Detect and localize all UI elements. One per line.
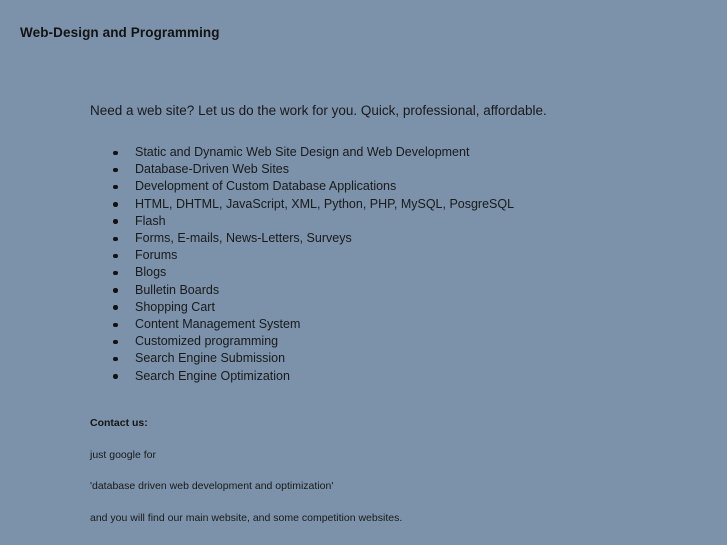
intro-tagline: Need a web site? Let us do the work for … bbox=[90, 102, 547, 118]
list-item: Search Engine Optimization bbox=[113, 368, 514, 385]
list-item: Database-Driven Web Sites bbox=[113, 161, 514, 178]
list-item: Static and Dynamic Web Site Design and W… bbox=[113, 144, 514, 161]
contact-line-result: and you will find our main website, and … bbox=[90, 511, 403, 524]
contact-heading: Contact us: bbox=[90, 417, 148, 429]
main-content: Need a web site? Let us do the work for … bbox=[90, 88, 707, 524]
list-item: Content Management System bbox=[113, 316, 514, 333]
list-item: Shopping Cart bbox=[113, 299, 514, 316]
list-item: Blogs bbox=[113, 264, 514, 281]
services-list: Static and Dynamic Web Site Design and W… bbox=[113, 144, 514, 385]
contact-section: Contact us: just google for 'database dr… bbox=[90, 416, 402, 525]
list-item: Flash bbox=[113, 213, 514, 230]
list-item: HTML, DHTML, JavaScript, XML, Python, PH… bbox=[113, 196, 514, 213]
page-title: Web-Design and Programming bbox=[20, 25, 220, 41]
contact-line-search-phrase: 'database driven web development and opt… bbox=[90, 480, 334, 492]
list-item: Search Engine Submission bbox=[113, 350, 514, 367]
list-item: Bulletin Boards bbox=[113, 282, 514, 299]
list-item: Customized programming bbox=[113, 333, 514, 350]
page-root: Web-Design and Programming Need a web si… bbox=[0, 0, 727, 545]
contact-line-google: just google for bbox=[90, 448, 156, 461]
list-item: Forms, E-mails, News-Letters, Surveys bbox=[113, 230, 514, 247]
list-item: Development of Custom Database Applicati… bbox=[113, 178, 514, 195]
list-item: Forums bbox=[113, 247, 514, 264]
